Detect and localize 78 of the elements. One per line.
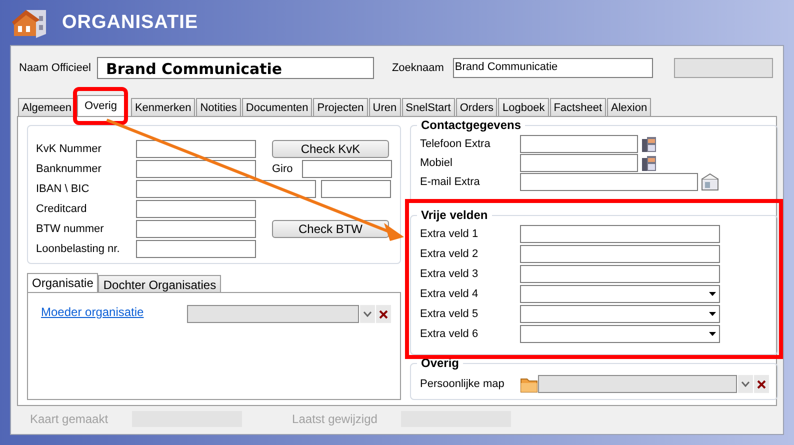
- name-field[interactable]: Brand Communicatie: [96, 57, 374, 79]
- clear-button[interactable]: [754, 375, 769, 393]
- field-label: Giro: [272, 163, 294, 175]
- envelope-icon: [701, 173, 719, 191]
- check-button[interactable]: Check BTW: [272, 220, 389, 238]
- text-field[interactable]: [136, 240, 256, 258]
- dropdown-button[interactable]: [360, 305, 375, 323]
- field-label: Naam Officieel: [19, 62, 91, 74]
- field-label: Extra veld 3: [420, 268, 480, 280]
- tab[interactable]: Documenten: [242, 98, 312, 116]
- tab[interactable]: Algemeen: [18, 98, 76, 116]
- tab[interactable]: Alexion: [607, 98, 652, 116]
- text-field[interactable]: [520, 265, 720, 283]
- field-label: Persoonlijke map: [420, 378, 506, 390]
- text-field[interactable]: [136, 200, 256, 218]
- dropdown-field[interactable]: [520, 325, 720, 343]
- field-label: Extra veld 1: [420, 228, 480, 240]
- tab[interactable]: Overig: [76, 95, 125, 116]
- chevron-icon: [741, 381, 750, 387]
- caret-icon: [709, 312, 716, 316]
- text-field[interactable]: [520, 135, 638, 153]
- tab[interactable]: Kenmerken: [130, 98, 196, 116]
- tab[interactable]: Uren: [368, 98, 401, 116]
- field-label: Extra veld 5: [420, 308, 480, 320]
- text-field[interactable]: [321, 180, 391, 198]
- text-field[interactable]: [520, 245, 720, 263]
- caret-icon: [709, 332, 716, 336]
- tab[interactable]: Orders: [456, 98, 498, 116]
- dropdown-field[interactable]: [520, 305, 720, 323]
- field-label: KvK Nummer: [36, 143, 102, 155]
- search-name-field[interactable]: Brand Communicatie: [452, 58, 653, 78]
- field-label: Loonbelasting nr.: [36, 243, 121, 255]
- tab[interactable]: Factsheet: [550, 98, 606, 116]
- field-label: Creditcard: [36, 203, 88, 215]
- field-label: Telefoon Extra: [420, 138, 492, 150]
- close-icon: [379, 310, 388, 318]
- text-field[interactable]: [520, 225, 720, 243]
- tab[interactable]: Organisatie: [27, 273, 98, 292]
- field-label: BTW nummer: [36, 223, 105, 235]
- text-field[interactable]: [136, 220, 256, 238]
- highlight-frame: [72, 87, 128, 125]
- text-field[interactable]: [136, 140, 256, 158]
- text-field[interactable]: [520, 173, 698, 191]
- combo-field[interactable]: [538, 375, 737, 393]
- tab[interactable]: SnelStart: [402, 98, 455, 116]
- text-field[interactable]: [302, 160, 392, 178]
- caret-icon: [709, 292, 716, 296]
- window-title: ORGANISATIE: [62, 12, 198, 34]
- field-label: Extra veld 6: [420, 328, 480, 340]
- folder-icon: [520, 376, 538, 392]
- text-field[interactable]: [136, 180, 316, 198]
- phone-icon: [641, 154, 657, 172]
- phone-icon: [641, 136, 657, 152]
- field-label: Banknummer: [36, 163, 102, 175]
- group-title: Vrije velden: [417, 208, 492, 222]
- tab[interactable]: Projecten: [313, 98, 368, 116]
- tab[interactable]: Notities: [196, 98, 241, 116]
- field-label: Laatst gewijzigd: [292, 412, 378, 426]
- tab[interactable]: Dochter Organisaties: [98, 275, 222, 292]
- close-icon: [757, 380, 766, 388]
- field-label: E-mail Extra: [420, 176, 481, 188]
- field-label: Zoeknaam: [392, 62, 444, 74]
- field-label: Kaart gemaakt: [30, 412, 108, 426]
- check-button[interactable]: Check KvK: [272, 140, 389, 158]
- field-label: Mobiel: [420, 157, 454, 169]
- dropdown-button[interactable]: [738, 375, 753, 393]
- text-field[interactable]: [136, 160, 256, 178]
- field-label: IBAN \ BIC: [36, 183, 90, 195]
- dropdown-field[interactable]: [520, 285, 720, 303]
- field-label: Extra veld 2: [420, 248, 480, 260]
- parent-org-link[interactable]: Moeder organisatie: [41, 305, 187, 319]
- combo-field[interactable]: [187, 305, 359, 323]
- clear-button[interactable]: [376, 305, 391, 323]
- chevron-icon: [363, 311, 372, 317]
- tab[interactable]: Logboek: [498, 98, 549, 116]
- text-field[interactable]: [520, 154, 638, 172]
- field-label: Extra veld 4: [420, 288, 480, 300]
- group-title: Contactgegevens: [417, 118, 526, 132]
